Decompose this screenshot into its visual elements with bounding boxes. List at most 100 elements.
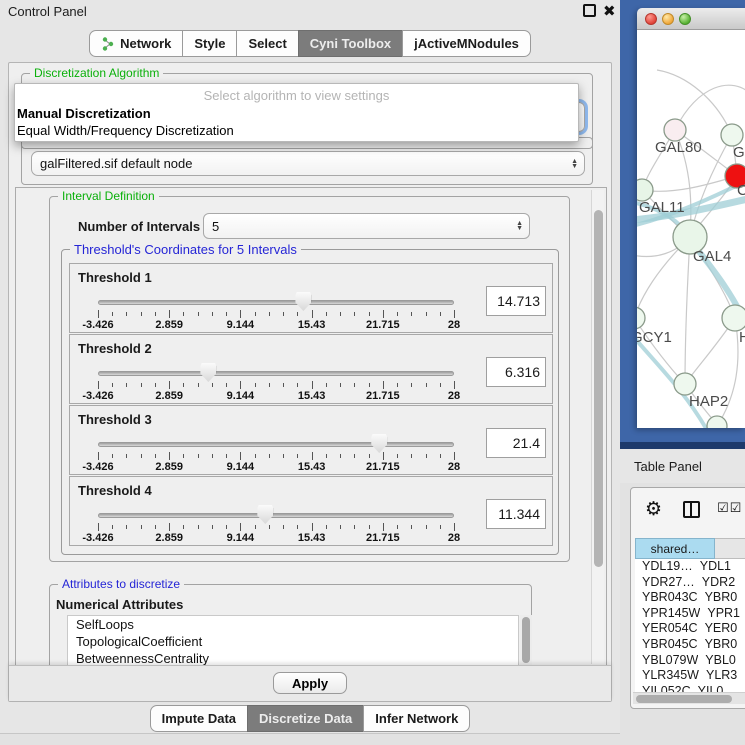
close-panel-icon[interactable]: ✖ [603, 2, 616, 20]
column-header-name[interactable]: na [715, 538, 745, 559]
cell-name[interactable]: YBL0 [698, 653, 745, 669]
network-canvas[interactable]: GAL80G.CGAL11GAL4GCY1HHAP2 [637, 30, 745, 428]
network-view-window[interactable]: GAL80G.CGAL11GAL4GCY1HHAP2 [637, 8, 745, 428]
zoom-window-icon[interactable] [679, 13, 691, 25]
network-edge[interactable] [685, 237, 690, 384]
cell-shared-name[interactable]: YDL19… [635, 559, 693, 575]
cell-name[interactable]: YLR3 [699, 668, 745, 684]
slider-tick [226, 312, 227, 316]
checkbox-icons[interactable]: ☑☑ [717, 501, 742, 516]
cell-name[interactable]: YBR0 [698, 637, 745, 653]
threshold-slider[interactable]: -3.4262.8599.14415.4321.71528 [98, 365, 454, 401]
network-window-titlebar[interactable] [637, 8, 745, 30]
slider-track[interactable] [98, 513, 454, 518]
slider-handle[interactable] [295, 292, 311, 311]
table-scrollbar-thumb[interactable] [636, 695, 732, 703]
slider-handle[interactable] [371, 434, 387, 453]
slider-tick [169, 381, 170, 389]
float-window-icon[interactable] [583, 4, 596, 17]
tab-cyni-toolbox[interactable]: Cyni Toolbox [298, 30, 403, 57]
table-row[interactable]: YPR145WYPR1 [635, 606, 745, 622]
table-row[interactable]: YBR043CYBR0 [635, 590, 745, 606]
slider-tick [269, 525, 270, 529]
numerical-attributes-list[interactable]: SelfLoopsTopologicalCoefficientBetweenne… [67, 615, 519, 667]
table-row[interactable]: YLR345WYLR3 [635, 668, 745, 684]
cell-shared-name[interactable]: YLR345W [635, 668, 699, 684]
table-data-combobox[interactable]: galFiltered.sif default node ▲▼ [31, 151, 585, 176]
network-node[interactable] [674, 373, 696, 395]
tab-network[interactable]: Network [89, 30, 183, 57]
slider-scale: -3.4262.8599.14415.4321.71528 [98, 390, 454, 402]
tab-discretize-data[interactable]: Discretize Data [247, 705, 364, 732]
cell-shared-name[interactable]: YDR27… [635, 575, 695, 591]
slider-tick [112, 454, 113, 458]
apply-button[interactable]: Apply [273, 672, 347, 694]
table-horizontal-scrollbar[interactable] [633, 692, 745, 704]
slider-scale-label: 9.144 [227, 319, 255, 331]
network-node[interactable] [637, 307, 645, 329]
network-edge[interactable] [675, 85, 745, 130]
cell-name[interactable]: YDR2 [695, 575, 745, 591]
table-row[interactable]: YBR045CYBR0 [635, 637, 745, 653]
threshold-value-field[interactable]: 14.713 [486, 286, 546, 316]
cell-shared-name[interactable]: YPR145W [635, 606, 700, 622]
slider-tick [198, 454, 199, 458]
threshold-value-field[interactable]: 6.316 [486, 357, 546, 387]
threshold-value-field[interactable]: 21.4 [486, 428, 546, 458]
tab-jactivemnodules[interactable]: jActiveMNodules [402, 30, 531, 57]
attribute-list-item[interactable]: TopologicalCoefficient [68, 633, 518, 650]
slider-tick [112, 383, 113, 387]
table-row[interactable]: YER054CYER0 [635, 621, 745, 637]
settings-vertical-scrollbar[interactable] [591, 190, 604, 664]
cell-name[interactable]: YBR0 [698, 590, 745, 606]
close-window-icon[interactable] [645, 13, 657, 25]
minimize-window-icon[interactable] [662, 13, 674, 25]
attributes-list-scrollbar[interactable] [520, 615, 532, 667]
slider-track[interactable] [98, 300, 454, 305]
cell-name[interactable]: YER0 [698, 621, 745, 637]
tab-select-label: Select [248, 36, 286, 51]
tab-select[interactable]: Select [236, 30, 298, 57]
attributes-list-scrollbar-thumb[interactable] [522, 617, 530, 663]
slider-tick [240, 381, 241, 389]
dropdown-item-equal-width-frequency[interactable]: Equal Width/Frequency Discretization [17, 123, 234, 138]
tab-infer-network[interactable]: Infer Network [363, 705, 470, 732]
tab-impute-data[interactable]: Impute Data [150, 705, 248, 732]
table-row[interactable]: YDR27…YDR2 [635, 575, 745, 591]
threshold-slider[interactable]: -3.4262.8599.14415.4321.71528 [98, 507, 454, 543]
tab-style[interactable]: Style [182, 30, 237, 57]
slider-handle[interactable] [200, 363, 216, 382]
settings-scrollbar-thumb[interactable] [594, 210, 603, 567]
network-edge-thick[interactable] [637, 335, 707, 428]
cell-shared-name[interactable]: YER054C [635, 621, 698, 637]
table-row[interactable]: YDL19…YDL1 [635, 559, 745, 575]
slider-ticks [98, 452, 454, 460]
cell-name[interactable]: YPR1 [700, 606, 745, 622]
network-node[interactable] [721, 124, 743, 146]
discretization-algorithm-title: Discretization Algorithm [30, 66, 163, 80]
threshold-slider[interactable]: -3.4262.8599.14415.4321.71528 [98, 436, 454, 472]
slider-handle[interactable] [257, 505, 273, 524]
gear-icon[interactable]: ⚙ [645, 498, 662, 520]
cell-shared-name[interactable]: YBL079W [635, 653, 698, 669]
threshold-value-field[interactable]: 11.344 [486, 499, 546, 529]
dropdown-item-manual-discretization[interactable]: Manual Discretization [17, 106, 151, 121]
network-node[interactable] [722, 305, 745, 331]
columns-icon[interactable] [683, 501, 700, 518]
top-tab-bar: Network Style Select Cyni Toolbox jActiv… [0, 30, 620, 57]
cell-shared-name[interactable]: YBR045C [635, 637, 698, 653]
threshold-slider[interactable]: -3.4262.8599.14415.4321.71528 [98, 294, 454, 330]
cell-shared-name[interactable]: YBR043C [635, 590, 698, 606]
column-header-shared-name[interactable]: shared… [635, 538, 715, 559]
algorithm-dropdown-popup: Select algorithm to view settings Manual… [14, 83, 579, 142]
network-node[interactable] [664, 119, 686, 141]
slider-track[interactable] [98, 371, 454, 376]
network-node[interactable] [637, 179, 653, 201]
number-of-intervals-combobox[interactable]: 5 ▲▼ [203, 213, 530, 239]
slider-tick [269, 383, 270, 387]
slider-track[interactable] [98, 442, 454, 447]
attribute-list-item[interactable]: SelfLoops [68, 616, 518, 633]
network-node[interactable] [707, 416, 727, 428]
cell-name[interactable]: YDL1 [693, 559, 745, 575]
table-row[interactable]: YBL079WYBL0 [635, 653, 745, 669]
